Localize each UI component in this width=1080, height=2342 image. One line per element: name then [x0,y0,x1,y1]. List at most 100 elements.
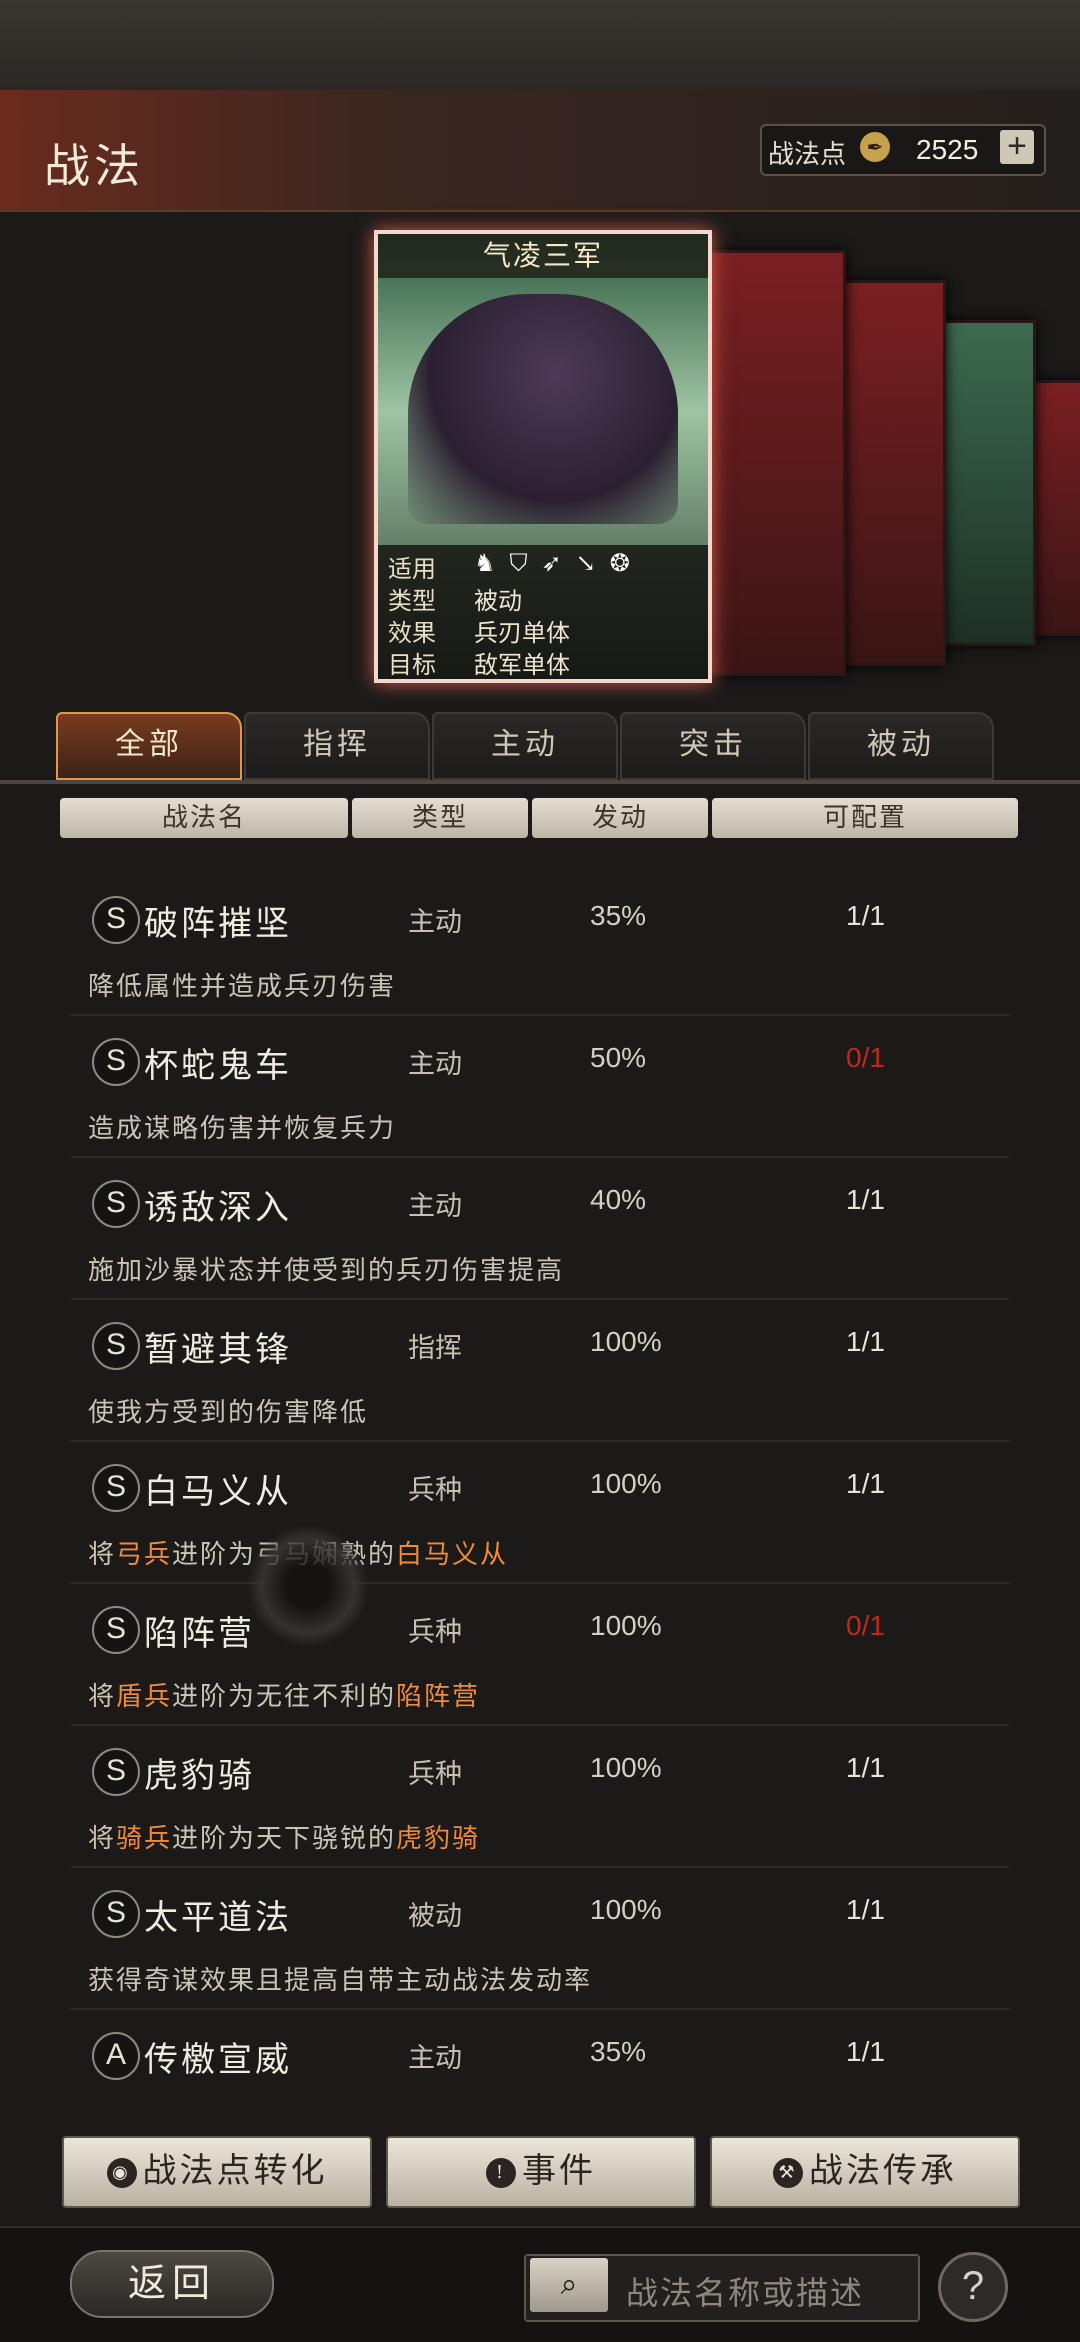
skill-name: 陷阵营 [144,1614,255,1654]
skill-rate: 100% [590,1326,662,1357]
card-row-applicable: 适用 ♞⛉➶↘❂ [388,549,644,583]
grade-badge: S [92,1748,140,1796]
grade-badge: S [92,1322,140,1370]
tab-passive[interactable]: 被动 [808,712,994,780]
hammer-icon: ⚒ [773,2158,803,2188]
skill-type: 主动 [408,907,462,938]
column-header-type[interactable]: 类型 [352,798,528,838]
skill-slots: 1/1 [846,1752,885,1783]
tab-command[interactable]: 指挥 [244,712,430,780]
card-row-target: 目标 敌军单体 [388,651,570,679]
feather-coin-icon: ✒ [860,132,890,162]
skill-slots: 1/1 [846,900,885,931]
skill-points-label: 战法点 [768,140,847,170]
selected-skill-card[interactable]: 气凌三军 适用 ♞⛉➶↘❂ 类型 被动 效果 兵刃单体 目标 敌军单体 [374,230,712,683]
back-button[interactable]: 返回 [70,2250,274,2318]
tab-divider [0,780,1080,784]
skill-name: 虎豹骑 [144,1756,255,1796]
skill-card[interactable] [700,250,846,676]
grade-badge: S [92,1038,140,1086]
skill-list[interactable]: S 破阵摧坚 主动 35% 1/1 降低属性并造成兵刃伤害 S 杯蛇鬼车 主动 … [0,872,1080,2122]
skill-row[interactable]: S 暂避其锋 指挥 100% 1/1 使我方受到的伤害降低 [70,1298,1010,1442]
shield-icon: ⛉ [509,549,542,577]
skill-slots: 1/1 [846,2036,885,2067]
events-button[interactable]: ! 事件 [386,2136,696,2208]
skill-type: 主动 [408,1191,462,1222]
skill-description: 降低属性并造成兵刃伤害 [88,972,397,1002]
tab-assault[interactable]: 突击 [620,712,806,780]
coin-icon: ◉ [106,2158,137,2188]
tab-active[interactable]: 主动 [432,712,618,780]
skill-row[interactable]: A 传檄宣威 主动 35% 1/1 [70,2008,1010,2122]
grade-badge: S [92,1606,140,1654]
skill-row[interactable]: S 诱敌深入 主动 40% 1/1 施加沙暴状态并使受到的兵刃伤害提高 [70,1156,1010,1300]
inherit-skill-button[interactable]: ⚒ 战法传承 [710,2136,1020,2208]
skill-name: 太平道法 [144,1898,292,1938]
skill-rate: 40% [590,1184,647,1215]
card-artwork [408,294,678,524]
skill-type: 主动 [408,2043,462,2074]
search-icon[interactable]: ⌕ [530,2258,608,2312]
top-decoration [0,0,1080,90]
skill-name: 杯蛇鬼车 [144,1046,292,1086]
help-button[interactable]: ? [938,2252,1008,2322]
skill-rate: 100% [590,1894,662,1925]
grade-badge: A [92,2032,140,2080]
card-row-effect: 效果 兵刃单体 [388,619,570,647]
skill-description: 将盾兵进阶为无往不利的陷阵营 [88,1682,481,1712]
bow-icon: ➶ [541,549,576,577]
column-header-slots[interactable]: 可配置 [712,798,1018,838]
troop-type-icons: ♞⛉➶↘❂ [474,549,644,577]
add-points-button[interactable]: + [1000,129,1034,164]
grade-badge: S [92,1180,140,1228]
skill-type: 兵种 [408,1617,462,1648]
skill-row[interactable]: S 太平道法 被动 100% 1/1 获得奇谋效果且提高自带主动战法发动率 [70,1866,1010,2010]
skill-name: 传檄宣威 [144,2040,292,2080]
skill-description: 将骑兵进阶为天下骁锐的虎豹骑 [88,1824,481,1854]
skill-row[interactable]: S 杯蛇鬼车 主动 50% 0/1 造成谋略伤害并恢复兵力 [70,1014,1010,1158]
spear-icon: ↘ [575,549,610,577]
skill-rate: 35% [590,900,647,931]
skill-type: 兵种 [408,1475,462,1506]
tab-all[interactable]: 全部 [56,712,242,780]
card-info-panel: 适用 ♞⛉➶↘❂ 类型 被动 效果 兵刃单体 目标 敌军单体 [378,545,708,679]
skill-row[interactable]: S 陷阵营 兵种 100% 0/1 将盾兵进阶为无往不利的陷阵营 [70,1582,1010,1726]
skill-slots: 1/1 [846,1894,885,1925]
category-tabs: 全部 指挥 主动 突击 被动 [50,712,1080,780]
card-title: 气凌三军 [378,234,708,278]
skill-description: 造成谋略伤害并恢复兵力 [88,1114,397,1144]
skill-slots: 1/1 [846,1468,885,1499]
card-row-type: 类型 被动 [388,587,522,615]
skill-type: 指挥 [408,1333,462,1364]
grade-badge: S [92,1464,140,1512]
skill-row[interactable]: S 虎豹骑 兵种 100% 1/1 将骑兵进阶为天下骁锐的虎豹骑 [70,1724,1010,1868]
column-header-name[interactable]: 战法名 [60,798,348,838]
skill-slots: 0/1 [846,1042,885,1073]
cavalry-icon: ♞ [474,549,510,577]
skill-type: 被动 [408,1901,462,1932]
page-title: 战法 [44,139,144,193]
skill-row[interactable]: S 白马义从 兵种 100% 1/1 将弓兵进阶为弓马娴熟的白马义从 [70,1440,1010,1584]
skill-rate: 100% [590,1610,662,1641]
search-placeholder: 战法名称或描述 [626,2274,865,2312]
grade-badge: S [92,1890,140,1938]
skill-rate: 35% [590,2036,647,2067]
alert-scroll-icon: ! [486,2158,516,2188]
skill-description: 施加沙暴状态并使受到的兵刃伤害提高 [88,1256,565,1286]
floating-assistive-ball[interactable] [248,1526,368,1646]
skill-rate: 50% [590,1042,647,1073]
skill-row[interactable]: S 破阵摧坚 主动 35% 1/1 降低属性并造成兵刃伤害 [70,872,1010,1016]
skill-description: 获得奇谋效果且提高自带主动战法发动率 [88,1966,593,1996]
skill-points-value: 2525 [916,134,979,165]
skill-type: 主动 [408,1049,462,1080]
skill-slots: 0/1 [846,1610,885,1641]
skill-rate: 100% [590,1752,662,1783]
skill-name: 白马义从 [144,1472,292,1512]
skill-card-carousel[interactable]: 气凌三军 适用 ♞⛉➶↘❂ 类型 被动 效果 兵刃单体 目标 敌军单体 [0,220,1080,690]
skill-description: 使我方受到的伤害降低 [88,1398,369,1428]
skill-name: 破阵摧坚 [144,904,292,944]
skill-name: 暂避其锋 [144,1330,292,1370]
convert-points-button[interactable]: ◉ 战法点转化 [62,2136,372,2208]
column-header-rate[interactable]: 发动 [532,798,708,838]
skill-name: 诱敌深入 [144,1188,292,1228]
